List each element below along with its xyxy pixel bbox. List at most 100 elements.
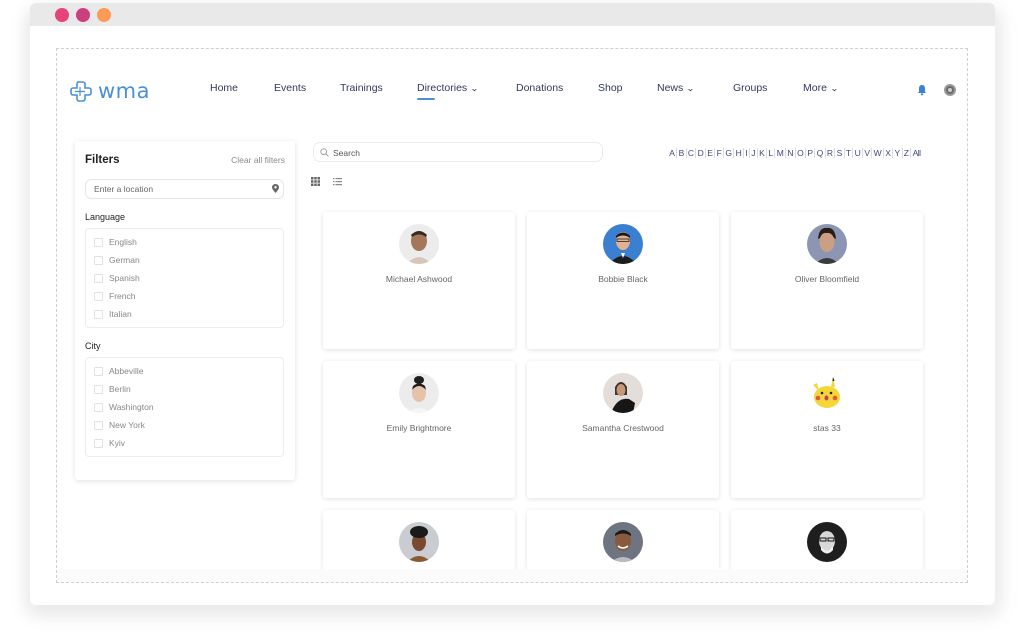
city-option-partial[interactable]: [94, 454, 109, 458]
alphabet-letter[interactable]: O: [796, 148, 807, 158]
checkbox-label: Berlin: [109, 384, 131, 394]
alphabet-letter[interactable]: Z: [903, 148, 912, 158]
alphabet-letter[interactable]: V: [863, 148, 873, 158]
checkbox[interactable]: [94, 366, 103, 376]
search-icon: [320, 148, 329, 157]
alphabet-letter[interactable]: R: [826, 148, 836, 158]
alphabet-letter[interactable]: All: [911, 148, 922, 158]
checkbox[interactable]: [94, 291, 103, 301]
checkbox[interactable]: [94, 384, 103, 394]
city-option-kyiv[interactable]: Kyiv: [94, 436, 125, 450]
avatar: [399, 522, 439, 562]
grid-view-icon[interactable]: [311, 177, 320, 186]
alphabet-letter[interactable]: U: [853, 148, 864, 158]
filters-title: Filters: [85, 154, 120, 166]
nav-home[interactable]: Home: [210, 82, 238, 94]
alphabet-letter[interactable]: P: [806, 148, 816, 158]
alphabet-letter[interactable]: D: [696, 148, 706, 158]
city-option-abbeville[interactable]: Abbeville: [94, 364, 144, 378]
checkbox[interactable]: [94, 273, 103, 283]
language-option-spanish[interactable]: Spanish: [94, 271, 140, 285]
alphabet-letter[interactable]: X: [884, 148, 894, 158]
avatar: [807, 522, 847, 562]
location-input[interactable]: [85, 179, 284, 199]
alphabet-letter[interactable]: B: [677, 148, 687, 158]
alphabet-letter[interactable]: E: [706, 148, 716, 158]
nav-directories[interactable]: Directories ⌄: [417, 82, 479, 100]
language-option-french[interactable]: French: [94, 289, 135, 303]
nav-more[interactable]: More ⌄: [803, 82, 839, 94]
nav-shop-label: Shop: [598, 82, 623, 94]
city-option-washington[interactable]: Washington: [94, 400, 154, 414]
alphabet-letter[interactable]: L: [767, 148, 776, 158]
member-card[interactable]: Samantha Crestwood: [527, 361, 719, 498]
member-name: Samantha Crestwood: [582, 423, 664, 433]
alphabet-letter[interactable]: G: [724, 148, 735, 158]
member-card[interactable]: Michael Ashwood: [323, 212, 515, 349]
checkbox[interactable]: [94, 255, 103, 265]
cross-logo-icon: [70, 81, 92, 102]
checkbox[interactable]: [94, 237, 103, 247]
alphabet-letter[interactable]: N: [786, 148, 796, 158]
member-card[interactable]: Emily Brightmore: [323, 361, 515, 498]
alphabet-letter[interactable]: A: [668, 148, 678, 158]
nav-events[interactable]: Events: [274, 82, 306, 94]
nav-shop[interactable]: Shop: [598, 82, 623, 94]
checkbox[interactable]: [94, 328, 103, 329]
nav-directories-label: Directories: [417, 82, 468, 94]
alphabet-letter[interactable]: W: [872, 148, 884, 158]
alphabet-letter[interactable]: H: [734, 148, 745, 158]
checkbox[interactable]: [94, 402, 103, 412]
bottom-strip: [57, 569, 967, 582]
checkbox-label: New York: [109, 420, 145, 430]
alphabet-letter[interactable]: J: [750, 148, 758, 158]
nav-groups[interactable]: Groups: [733, 82, 767, 94]
nav-trainings[interactable]: Trainings: [340, 82, 383, 94]
clear-all-filters-link[interactable]: Clear all filters: [231, 155, 285, 165]
nav-donations[interactable]: Donations: [516, 82, 563, 94]
alphabet-letter[interactable]: M: [775, 148, 787, 158]
minimize-window-button[interactable]: [76, 8, 90, 22]
filters-panel: Filters Clear all filters Language Engli…: [75, 141, 295, 480]
chevron-down-icon: ⌄: [829, 84, 839, 93]
checkbox-label: Spanish: [109, 273, 140, 283]
alphabet-letter[interactable]: C: [687, 148, 697, 158]
avatar: [807, 224, 847, 264]
member-card[interactable]: Bobbie Black: [527, 212, 719, 349]
city-option-new-york[interactable]: New York: [94, 418, 145, 432]
checkbox[interactable]: [94, 309, 103, 319]
close-window-button[interactable]: [55, 8, 69, 22]
checkbox[interactable]: [94, 438, 103, 448]
maximize-window-button[interactable]: [97, 8, 111, 22]
nav-news[interactable]: News ⌄: [657, 82, 695, 94]
language-option-partial[interactable]: [94, 325, 109, 329]
checkbox[interactable]: [94, 457, 103, 458]
alphabet-letter[interactable]: F: [715, 148, 725, 158]
bell-icon[interactable]: [916, 84, 928, 96]
alphabet-letter[interactable]: Q: [815, 148, 826, 158]
language-option-german[interactable]: German: [94, 253, 140, 267]
member-name: Emily Brightmore: [386, 423, 452, 433]
nav-news-label: News: [657, 82, 684, 94]
checkbox-label: Kyiv: [109, 438, 126, 448]
member-card[interactable]: stas 33: [731, 361, 923, 498]
checkbox[interactable]: [94, 420, 103, 430]
chevron-down-icon: ⌄: [686, 84, 695, 93]
city-option-berlin[interactable]: Berlin: [94, 382, 131, 396]
alphabet-letter[interactable]: S: [835, 148, 845, 158]
profile-icon[interactable]: [944, 84, 956, 96]
alphabet-filter: A B C D E F G H I J K L M N O P Q R S T U V W X Y Z All: [668, 148, 922, 158]
alphabet-letter[interactable]: T: [845, 148, 854, 158]
search-input[interactable]: [333, 145, 593, 160]
language-option-italian[interactable]: Italian: [94, 307, 132, 321]
logo-text: wma: [98, 79, 151, 103]
alphabet-letter[interactable]: K: [758, 148, 768, 158]
avatar: [603, 224, 643, 264]
member-card[interactable]: Oliver Bloomfield: [731, 212, 923, 349]
logo[interactable]: wma: [68, 79, 150, 103]
alphabet-letter[interactable]: Y: [893, 148, 903, 158]
list-view-icon[interactable]: [333, 177, 342, 186]
language-option-english[interactable]: English: [94, 235, 137, 249]
location-pin-icon[interactable]: [272, 184, 279, 193]
member-name: Michael Ashwood: [385, 274, 453, 284]
